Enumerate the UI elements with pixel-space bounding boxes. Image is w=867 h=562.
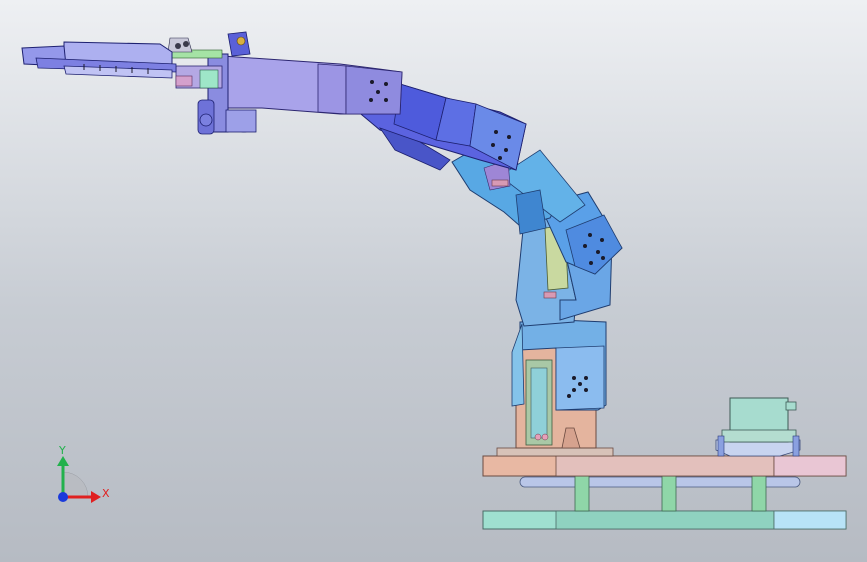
cad-viewport[interactable]: Y X bbox=[0, 0, 867, 562]
y-axis-label: Y bbox=[58, 444, 66, 457]
x-axis-label: X bbox=[102, 487, 110, 500]
view-orientation-triad[interactable]: Y X bbox=[57, 444, 110, 503]
upper-arm-link[interactable] bbox=[221, 55, 527, 171]
robot-arm-model[interactable]: Y X bbox=[0, 0, 867, 562]
base-assembly[interactable] bbox=[482, 344, 847, 530]
triad-arc bbox=[62, 471, 89, 498]
x-axis-arrowhead bbox=[91, 491, 101, 503]
gripper-jaw[interactable] bbox=[21, 41, 177, 79]
rotation-servo[interactable] bbox=[715, 397, 801, 457]
z-axis-dot bbox=[58, 492, 68, 502]
y-axis-arrowhead bbox=[57, 456, 69, 466]
